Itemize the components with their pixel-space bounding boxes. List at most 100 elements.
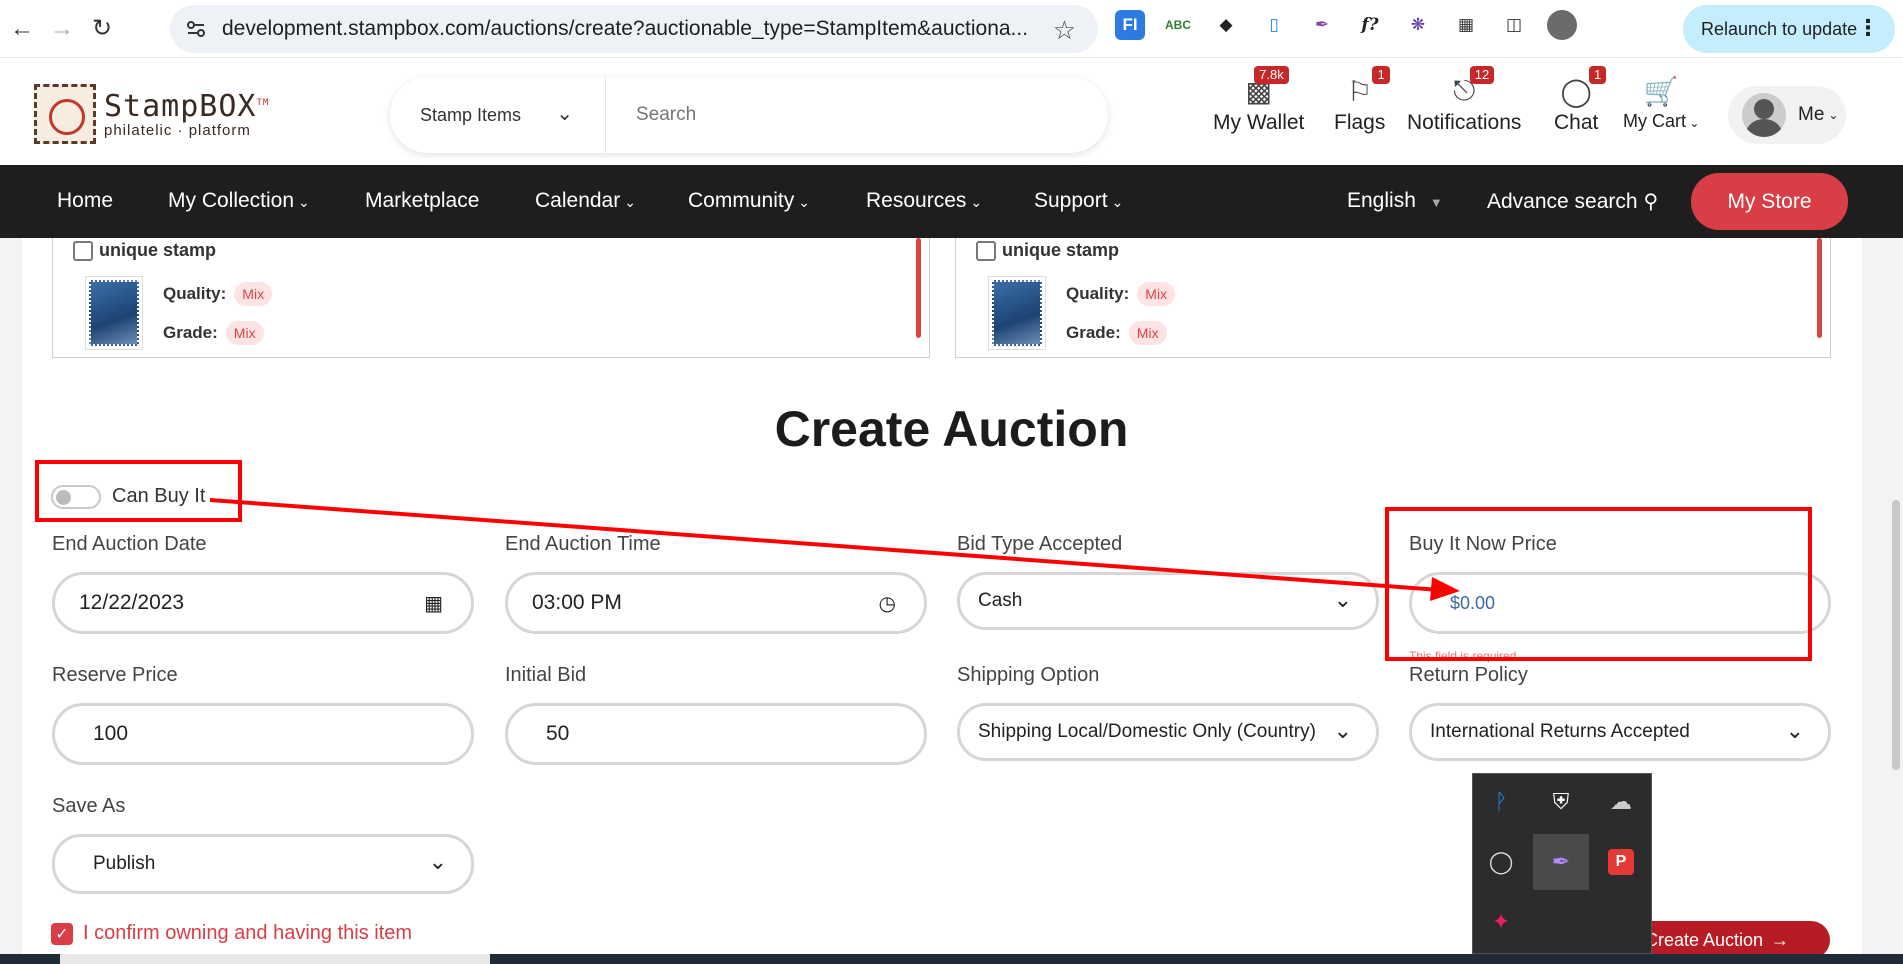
reserve-price-input[interactable]: 100	[52, 703, 474, 765]
notifications-link[interactable]: ⎋ 12 Notifications	[1407, 66, 1521, 135]
relaunch-label: Relaunch to update	[1701, 18, 1858, 39]
reserve-price-label: Reserve Price	[52, 664, 178, 686]
calendar-icon[interactable]: ▦	[424, 591, 443, 616]
stamp-card[interactable]: unique stamp Quality: Mix Grade: Mix	[52, 238, 930, 358]
bell-icon: ⎋ 12	[1444, 66, 1495, 111]
creative-cloud-icon[interactable]: ◯	[1473, 834, 1529, 890]
stamp-card[interactable]: unique stamp Quality: Mix Grade: Mix	[955, 238, 1831, 358]
back-arrow-icon[interactable]: ←	[2, 9, 42, 49]
url-text: development.stampbox.com/auctions/create…	[222, 17, 1029, 40]
save-as-label: Save As	[52, 795, 126, 817]
logo-stamp-icon	[34, 84, 96, 144]
cloud-offline-icon[interactable]: ☁	[1593, 774, 1649, 830]
flags-badge: 1	[1372, 66, 1390, 84]
chat-badge: 1	[1588, 66, 1607, 84]
more-menu-icon[interactable]: ⋮	[1857, 15, 1879, 41]
forward-arrow-icon[interactable]: →	[42, 9, 82, 49]
sidepanel-icon[interactable]: ◫	[1499, 10, 1529, 40]
nav-resources[interactable]: Resources ⌄	[866, 189, 982, 213]
quality-row: Quality: Mix	[1066, 282, 1176, 306]
stamp-thumbnail	[988, 276, 1046, 350]
grade-badge: Mix	[225, 321, 264, 345]
card-scrollbar[interactable]	[1817, 238, 1822, 338]
puzzle-extension-icon[interactable]: ▦	[1451, 10, 1481, 40]
return-policy-select[interactable]: International Returns Accepted ⌄	[1409, 703, 1831, 761]
nav-marketplace[interactable]: Marketplace	[365, 189, 479, 213]
phone-extension-icon[interactable]: ▯	[1259, 10, 1289, 40]
bid-type-label: Bid Type Accepted	[957, 533, 1123, 555]
main-nav: Home My Collection ⌄ Marketplace Calendar…	[0, 165, 1903, 238]
snowflake-extension-icon[interactable]: ❋	[1403, 10, 1433, 40]
security-shield-icon[interactable]: ⛨	[1533, 774, 1589, 830]
initial-bid-input[interactable]: 50	[505, 703, 927, 765]
chat-bubble-icon: ◯ 1	[1556, 66, 1607, 111]
taskbar-window-strip[interactable]	[60, 954, 490, 964]
wallet-link[interactable]: ▩ 7.8k My Wallet	[1213, 66, 1304, 135]
nav-community[interactable]: Community ⌄	[688, 189, 810, 213]
nav-calendar[interactable]: Calendar ⌄	[535, 189, 636, 213]
logo-title: StampBOXTM	[104, 89, 270, 124]
stamp-select-checkbox[interactable]	[73, 240, 93, 261]
fi-extension-icon[interactable]: FI	[1115, 10, 1145, 40]
search-input[interactable]	[606, 77, 1108, 153]
chevron-down-icon: ⌄	[428, 849, 447, 874]
page-title: Create Auction	[774, 401, 1129, 457]
cart-link[interactable]: 🛒 My Cart ⌄	[1623, 71, 1699, 132]
confirm-ownership[interactable]: ✓ I confirm owning and having this item	[51, 922, 412, 945]
nav-my-collection[interactable]: My Collection ⌄	[168, 189, 310, 213]
grade-row: Grade: Mix	[163, 321, 264, 345]
reload-icon[interactable]: ↻	[82, 9, 122, 49]
pocket-app-icon[interactable]: P	[1593, 834, 1649, 890]
end-date-label: End Auction Date	[52, 533, 207, 555]
logo-subtitle: philatelic · platform	[104, 122, 251, 139]
stampbox-logo[interactable]: StampBOXTM philatelic · platform	[34, 84, 294, 144]
avatar	[1742, 93, 1786, 137]
slack-icon[interactable]: ✦	[1473, 894, 1529, 950]
bluetooth-icon[interactable]: ᚹ	[1473, 774, 1529, 830]
save-as-select[interactable]: Publish ⌄	[52, 834, 474, 894]
annotation-highlight-buy-now	[1385, 507, 1812, 661]
formula-extension-icon[interactable]: f?	[1355, 10, 1385, 40]
bookmark-star-icon[interactable]: ☆	[1053, 15, 1076, 46]
end-time-field[interactable]: 03:00 PM ◷	[505, 572, 927, 634]
search-category-select[interactable]: Stamp Items ⌄	[390, 77, 606, 153]
clock-icon[interactable]: ◷	[879, 591, 896, 616]
chevron-down-icon: ⌄	[556, 103, 573, 125]
quality-badge: Mix	[234, 282, 273, 306]
feather-extension-icon[interactable]: ✒	[1307, 10, 1337, 40]
site-settings-icon[interactable]	[176, 9, 216, 49]
user-menu[interactable]: Me ⌄	[1728, 86, 1846, 144]
site-header: StampBOXTM philatelic · platform Stamp I…	[0, 59, 1903, 164]
search-icon: ⚲	[1643, 191, 1659, 213]
address-bar[interactable]: development.stampbox.com/auctions/create…	[170, 5, 1098, 53]
nav-support[interactable]: Support ⌄	[1034, 189, 1123, 213]
extensions-row: FI ABC ◆ ▯ ✒ f? ❋ ▦ ◫	[1115, 10, 1577, 40]
end-date-field[interactable]: 12/22/2023 ▦	[52, 572, 474, 634]
confirm-checkbox[interactable]: ✓	[51, 922, 73, 945]
feather-app-icon[interactable]: ✒	[1533, 834, 1589, 890]
page-scrollbar[interactable]	[1892, 500, 1900, 770]
card-scrollbar[interactable]	[916, 238, 921, 338]
my-store-button[interactable]: My Store	[1691, 173, 1848, 230]
chat-link[interactable]: ◯ 1 Chat	[1554, 66, 1607, 135]
profile-avatar-icon[interactable]	[1547, 10, 1577, 40]
quality-badge: Mix	[1137, 282, 1176, 306]
browser-toolbar: ← → ↻ development.stampbox.com/auctions/…	[0, 0, 1903, 58]
spellcheck-extension-icon[interactable]: ABC	[1163, 10, 1193, 40]
spy-extension-icon[interactable]: ◆	[1211, 10, 1241, 40]
advance-search-link[interactable]: Advance search ⚲	[1487, 189, 1658, 214]
flag-icon: ⚐ 1	[1340, 66, 1390, 111]
wallet-icon: ▩ 7.8k	[1239, 66, 1289, 111]
cart-icon: 🛒	[1643, 75, 1679, 107]
stamp-title: unique stamp	[99, 240, 217, 260]
language-select[interactable]: English ▼	[1347, 189, 1443, 213]
bid-type-select[interactable]: Cash ⌄	[957, 572, 1379, 630]
relaunch-button[interactable]: Relaunch to update ⋮	[1683, 5, 1895, 53]
shipping-option-select[interactable]: Shipping Local/Domestic Only (Country) ⌄	[957, 703, 1379, 761]
stamp-thumbnail	[85, 276, 143, 350]
stamp-select-checkbox[interactable]	[976, 240, 996, 261]
chevron-down-icon: ⌄	[1785, 718, 1804, 743]
confirm-label: I confirm owning and having this item	[83, 922, 413, 944]
nav-home[interactable]: Home	[57, 189, 113, 213]
flags-link[interactable]: ⚐ 1 Flags	[1334, 66, 1390, 135]
